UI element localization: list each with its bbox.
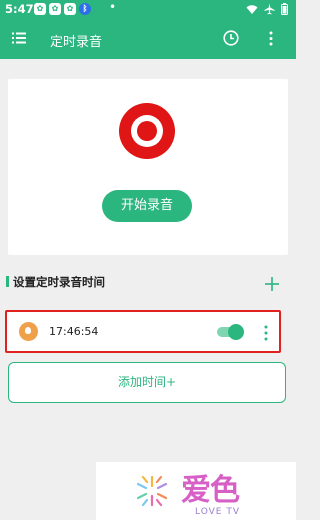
section-title: 设置定时录音时间 bbox=[13, 275, 105, 289]
menu-icon[interactable] bbox=[12, 31, 26, 45]
flower-logo-icon bbox=[136, 475, 168, 507]
dot-icon: • bbox=[109, 0, 117, 14]
paw-icon: ✿ bbox=[49, 3, 61, 15]
schedule-toggle[interactable] bbox=[217, 324, 244, 340]
flame-icon bbox=[19, 322, 38, 341]
app-toolbar: 定时录音 bbox=[0, 20, 296, 59]
section-accent-bar bbox=[6, 276, 9, 287]
start-recording-button[interactable]: 开始录音 bbox=[102, 190, 192, 222]
record-card: 开始录音 bbox=[8, 79, 288, 255]
wifi-icon bbox=[246, 4, 258, 14]
paw-icon: ✿ bbox=[34, 3, 46, 15]
airplane-icon bbox=[264, 3, 275, 15]
more-vert-icon[interactable] bbox=[266, 30, 276, 47]
battery-icon bbox=[281, 3, 288, 15]
watermark-brand: 爱色 bbox=[181, 473, 240, 508]
bluetooth-icon: ᛒ bbox=[79, 3, 91, 15]
status-bar: 5:47 ✿ ✿ ✿ ᛒ • bbox=[0, 0, 296, 20]
system-icons bbox=[246, 3, 288, 15]
add-time-button[interactable]: 添加时间+ bbox=[8, 362, 286, 403]
item-more-icon[interactable] bbox=[263, 324, 269, 342]
paw-icon: ✿ bbox=[64, 3, 76, 15]
status-time: 5:47 bbox=[5, 2, 34, 16]
watermark: 爱色 LOVE TV bbox=[96, 462, 296, 520]
page-title: 定时录音 bbox=[50, 35, 103, 50]
plus-icon[interactable] bbox=[264, 276, 280, 292]
schedule-time: 17:46:54 bbox=[49, 325, 99, 338]
watermark-subtitle: LOVE TV bbox=[195, 507, 240, 517]
record-icon bbox=[119, 103, 175, 159]
schedule-item[interactable]: 17:46:54 bbox=[5, 310, 281, 353]
clock-icon[interactable] bbox=[223, 30, 239, 46]
notification-icons: ✿ ✿ ✿ ᛒ bbox=[34, 3, 91, 15]
